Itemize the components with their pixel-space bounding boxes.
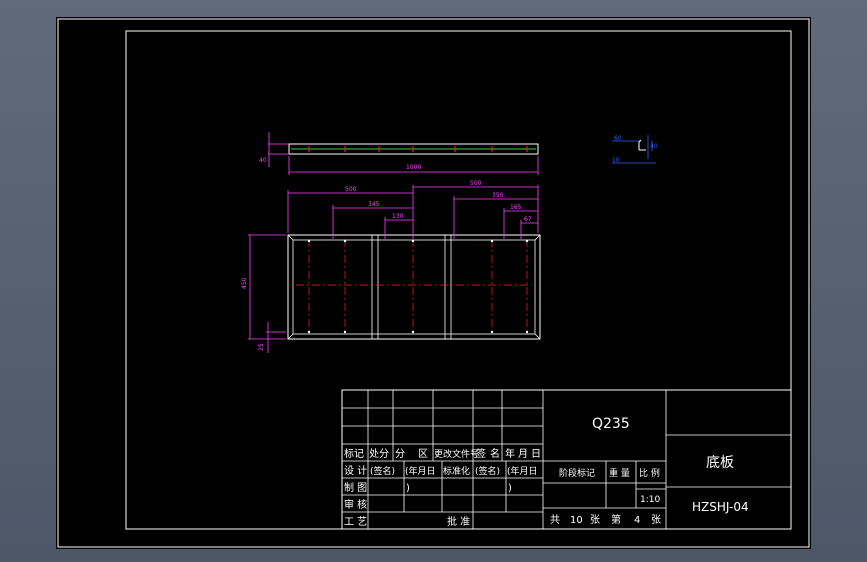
check-label: 审 核 [344, 498, 367, 511]
dim-left-half: 500 [345, 186, 357, 193]
dim-345: 345 [368, 201, 380, 208]
header-ri: 日 [531, 449, 541, 460]
sheet-zhang-2: 张 [651, 514, 661, 526]
dim-350: 350 [492, 192, 504, 199]
dim-bottom: 25 [258, 343, 265, 351]
plate-inner-outline [292, 239, 536, 335]
sheet-zhang-1: 张 [590, 514, 600, 526]
drawing-label: 制 图 [344, 481, 367, 494]
weight-label: 重 量 [609, 467, 630, 479]
drawing-number-text: HZSHJ-04 [692, 500, 749, 514]
cad-viewport[interactable]: 40 1000 60 40 10 500 500 345 130 350 165… [56, 17, 811, 549]
design-label: 设 计 [344, 464, 367, 477]
process-label: 工 艺 [344, 516, 367, 528]
dim-130: 130 [392, 213, 404, 220]
header-fen: 分 [395, 448, 405, 460]
section-detail: 60 40 10 [612, 135, 658, 164]
scale-label: 比 例 [639, 467, 660, 479]
material-text: Q235 [592, 416, 630, 432]
design-date: (年月日 [405, 465, 436, 477]
dim-67: 67 [524, 216, 532, 223]
length-dim-label: 1000 [406, 164, 421, 171]
standardization-label: 标准化 [443, 465, 470, 477]
drawing-paren-1: ) [406, 483, 410, 494]
dim-right-half: 500 [470, 180, 482, 187]
top-view: 40 1000 [259, 132, 539, 175]
dim-165: 165 [510, 204, 522, 211]
holes [307, 239, 529, 334]
plan-view: 500 500 345 130 350 165 67 450 25 [241, 180, 541, 353]
title-block: Q235 底板 HZSHJ-04 标记 处分 分 区 更改文件号 签 名 年 月… [341, 389, 792, 530]
header-ming: 名 [490, 447, 500, 460]
standardization-date: (年月日 [507, 465, 538, 477]
section-label-10: 10 [612, 157, 620, 164]
header-biaoji: 标记 [344, 448, 364, 460]
sheet-di: 第 [611, 513, 621, 526]
section-label-40: 40 [650, 143, 658, 150]
sheet-gong: 共 [550, 514, 560, 526]
header-qu: 区 [418, 448, 428, 460]
header-change-doc: 更改文件号 [434, 448, 479, 460]
section-label-60: 60 [614, 135, 622, 142]
scale-value: 1:10 [640, 495, 660, 505]
design-sign: (签名) [370, 465, 395, 477]
thickness-dim-label: 40 [259, 157, 267, 164]
approve-label: 批 准 [447, 515, 470, 528]
header-nian: 年 [505, 447, 515, 460]
header-chufen: 处分 [369, 448, 389, 460]
plan-centerlines [296, 239, 532, 335]
drawing-paren-2: ) [508, 483, 512, 494]
ribs [371, 235, 452, 339]
sheet-total: 10 [570, 515, 583, 526]
standardization-sign: (签名) [475, 465, 500, 477]
cad-drawing: 40 1000 60 40 10 500 500 345 130 350 165… [57, 18, 810, 548]
dim-height: 450 [241, 277, 248, 289]
sheet-current: 4 [634, 515, 640, 526]
stage-label: 阶段标记 [559, 467, 595, 479]
header-qian: 签 [476, 447, 486, 460]
plan-dimension-lines [248, 185, 539, 353]
plate-outline [287, 234, 541, 340]
header-yue: 月 [518, 448, 528, 460]
part-name-text: 底板 [706, 455, 734, 471]
